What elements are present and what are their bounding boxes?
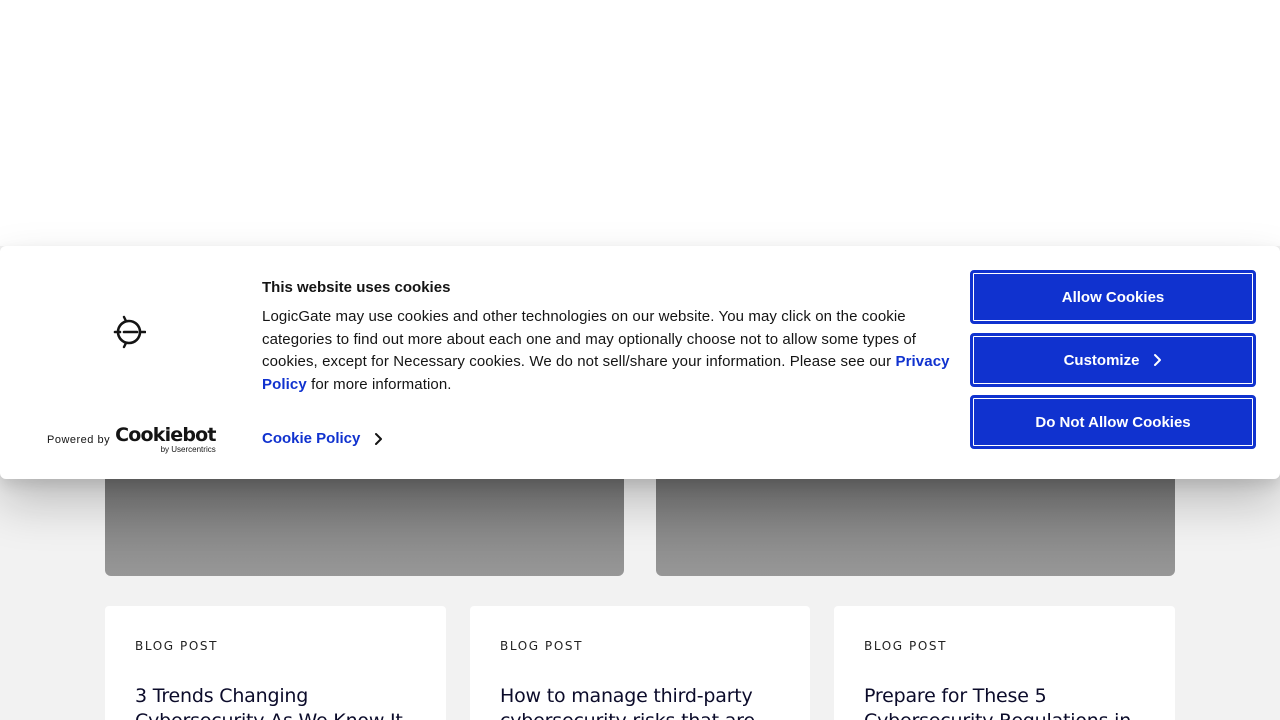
- cookiebot-brand-sub: by Usercentrics: [160, 445, 216, 454]
- logicgate-logo-icon: [112, 315, 147, 349]
- cookiebot-logo: Cookiebot by Usercentrics: [115, 426, 216, 454]
- blog-card[interactable]: BLOG POST 3 Trends Changing Cybersecurit…: [105, 606, 446, 720]
- blog-card-title[interactable]: Prepare for These 5 Cybersecurity Regula…: [864, 684, 1145, 720]
- cookie-banner-text: LogicGate may use cookies and other tech…: [262, 306, 952, 397]
- allow-cookies-button[interactable]: Allow Cookies: [970, 270, 1256, 324]
- cookie-policy-label: Cookie Policy: [262, 430, 361, 447]
- cookie-consent-banner: Powered by Cookiebot by Usercentrics Thi…: [0, 246, 1280, 479]
- cookie-policy-link[interactable]: Cookie Policy: [262, 430, 383, 447]
- customize-button[interactable]: Customize: [970, 333, 1256, 387]
- blog-card-title[interactable]: How to manage third-party cybersecurity …: [500, 684, 780, 720]
- blog-card-kicker: BLOG POST: [135, 639, 219, 653]
- blog-card[interactable]: BLOG POST Prepare for These 5 Cybersecur…: [834, 606, 1175, 720]
- blog-card-kicker: BLOG POST: [864, 639, 948, 653]
- do-not-allow-cookies-button[interactable]: Do Not Allow Cookies: [970, 395, 1256, 449]
- cookiebot-brand-name: Cookiebot: [115, 424, 216, 446]
- do-not-allow-cookies-label: Do Not Allow Cookies: [1035, 413, 1191, 431]
- blog-card-title[interactable]: 3 Trends Changing Cybersecurity As We Kn…: [135, 684, 416, 720]
- chevron-right-icon: [375, 432, 383, 445]
- cookie-banner-title: This website uses cookies: [262, 279, 451, 296]
- cookie-banner-body-suffix: for more information.: [306, 376, 452, 394]
- allow-cookies-label: Allow Cookies: [1061, 288, 1165, 306]
- page: BLOG POST 3 Trends Changing Cybersecurit…: [0, 0, 1280, 720]
- cookiebot-powered-by[interactable]: Powered by Cookiebot by Usercentrics: [47, 426, 217, 454]
- customize-label: Customize: [1063, 351, 1140, 369]
- chevron-right-icon: [1154, 354, 1162, 366]
- blog-card[interactable]: BLOG POST How to manage third-party cybe…: [470, 606, 810, 720]
- blog-card-kicker: BLOG POST: [500, 639, 584, 653]
- powered-by-label: Powered by: [47, 434, 111, 446]
- cookie-banner-body: LogicGate may use cookies and other tech…: [262, 308, 917, 371]
